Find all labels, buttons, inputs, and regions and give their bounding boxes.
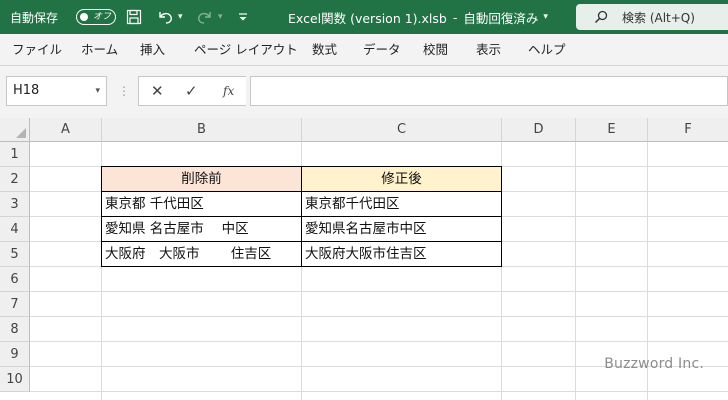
row-header-4[interactable]: 4 xyxy=(0,217,30,242)
formula-bar-grip-icon[interactable]: ⋮ xyxy=(118,76,130,106)
cell-b2[interactable]: 削除前 xyxy=(102,167,302,192)
tab-formulas[interactable]: 数式 xyxy=(312,34,337,66)
undo-dropdown-icon[interactable]: ▾ xyxy=(178,0,183,34)
gridline xyxy=(30,341,728,342)
document-title[interactable]: Excel関数 (version 1).xlsb - 自動回復済み ▾ xyxy=(288,0,548,34)
spreadsheet-grid[interactable]: A B C D E F 1 2 3 4 5 6 7 8 9 10 削除前 修正後… xyxy=(0,118,728,400)
row-header-10[interactable]: 10 xyxy=(0,367,30,392)
column-header-d[interactable]: D xyxy=(502,118,576,142)
row-header-5[interactable]: 5 xyxy=(0,242,30,267)
title-dropdown-icon: ▾ xyxy=(543,12,548,22)
cell-c5[interactable]: 大阪府大阪市住吉区 xyxy=(302,242,502,267)
row-header-6[interactable]: 6 xyxy=(0,267,30,292)
cell-c2[interactable]: 修正後 xyxy=(302,167,502,192)
ribbon-tabs: ファイル ホーム 挿入 ページ レイアウト 数式 データ 校閲 表示 ヘルプ xyxy=(0,34,728,66)
gridline xyxy=(30,291,728,292)
name-box-value: H18 xyxy=(13,83,40,98)
cell-b5[interactable]: 大阪府 大阪市 住吉区 xyxy=(102,242,302,267)
tab-view[interactable]: 表示 xyxy=(476,34,501,66)
tab-data[interactable]: データ xyxy=(363,34,401,66)
tab-insert[interactable]: 挿入 xyxy=(140,34,165,66)
document-filename: Excel関数 (version 1).xlsb xyxy=(288,10,447,26)
cell-c4[interactable]: 愛知県名古屋市中区 xyxy=(302,217,502,242)
formula-input[interactable] xyxy=(250,76,728,106)
autosave-state: オフ xyxy=(93,12,112,22)
tab-home[interactable]: ホーム xyxy=(81,34,118,66)
name-box-dropdown-icon[interactable]: ▾ xyxy=(95,77,100,105)
gridline xyxy=(30,316,728,317)
watermark: Buzzword Inc. xyxy=(604,356,704,372)
enter-check-icon[interactable]: ✓ xyxy=(185,77,198,105)
cell-c3[interactable]: 東京都千代田区 xyxy=(302,192,502,217)
tab-page-layout[interactable]: ページ レイアウト xyxy=(194,34,298,66)
row-header-8[interactable]: 8 xyxy=(0,317,30,342)
row-header-3[interactable]: 3 xyxy=(0,192,30,217)
toggle-knob xyxy=(80,13,88,21)
row-header-9[interactable]: 9 xyxy=(0,342,30,367)
formula-bar: H18 ▾ ⋮ ✕ ✓ fx xyxy=(0,66,728,118)
row-header-2[interactable]: 2 xyxy=(0,167,30,192)
cell-b4[interactable]: 愛知県 名古屋市 中区 xyxy=(102,217,302,242)
search-icon xyxy=(594,10,608,24)
row-header-7[interactable]: 7 xyxy=(0,292,30,317)
redo-dropdown-icon[interactable]: ▾ xyxy=(218,0,223,34)
cancel-icon[interactable]: ✕ xyxy=(151,77,164,105)
redo-icon[interactable] xyxy=(196,0,214,34)
table-border-left xyxy=(101,166,102,267)
tab-review[interactable]: 校閲 xyxy=(423,34,448,66)
table-border-top xyxy=(101,166,502,167)
search-label: 検索 (Alt+Q) xyxy=(622,10,695,25)
tab-file[interactable]: ファイル xyxy=(12,34,62,66)
select-all-button[interactable] xyxy=(0,118,30,142)
column-header-f[interactable]: F xyxy=(648,118,728,142)
search-box[interactable]: 検索 (Alt+Q) xyxy=(576,4,728,30)
name-box[interactable]: H18 ▾ xyxy=(6,76,107,106)
title-separator: - xyxy=(452,9,458,25)
gridline xyxy=(30,391,728,392)
undo-icon[interactable] xyxy=(156,0,174,34)
customize-toolbar-icon[interactable] xyxy=(238,0,248,34)
column-header-a[interactable]: A xyxy=(30,118,102,142)
autosave-toggle[interactable]: オフ xyxy=(76,9,116,25)
cell-b3[interactable]: 東京都 千代田区 xyxy=(102,192,302,217)
save-status: 自動回復済み xyxy=(463,10,539,26)
autosave-label: 自動保存 xyxy=(10,10,59,25)
tab-help[interactable]: ヘルプ xyxy=(528,34,566,66)
save-icon[interactable] xyxy=(126,0,142,34)
formula-buttons: ✕ ✓ fx xyxy=(138,76,246,106)
column-header-c[interactable]: C xyxy=(302,118,502,142)
row-header-1[interactable]: 1 xyxy=(0,142,30,167)
column-header-e[interactable]: E xyxy=(576,118,648,142)
gridline xyxy=(575,142,576,400)
title-bar: 自動保存 オフ ▾ ▾ Excel関数 (version 1).xlsb - 自… xyxy=(0,0,728,34)
insert-function-icon[interactable]: fx xyxy=(223,77,234,105)
select-all-icon xyxy=(16,128,26,138)
column-header-b[interactable]: B xyxy=(102,118,302,142)
